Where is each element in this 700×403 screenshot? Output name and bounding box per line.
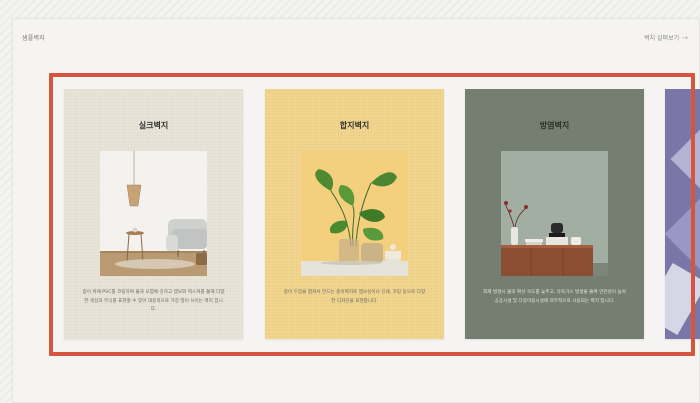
section-title: 샘플벽지 <box>22 35 45 42</box>
arrow-right-icon: → <box>682 33 688 42</box>
view-wallpaper-link[interactable]: 벽지 살펴보기 → <box>644 33 688 43</box>
highlight-box <box>49 73 695 356</box>
view-wallpaper-label: 벽지 살펴보기 <box>644 35 680 42</box>
